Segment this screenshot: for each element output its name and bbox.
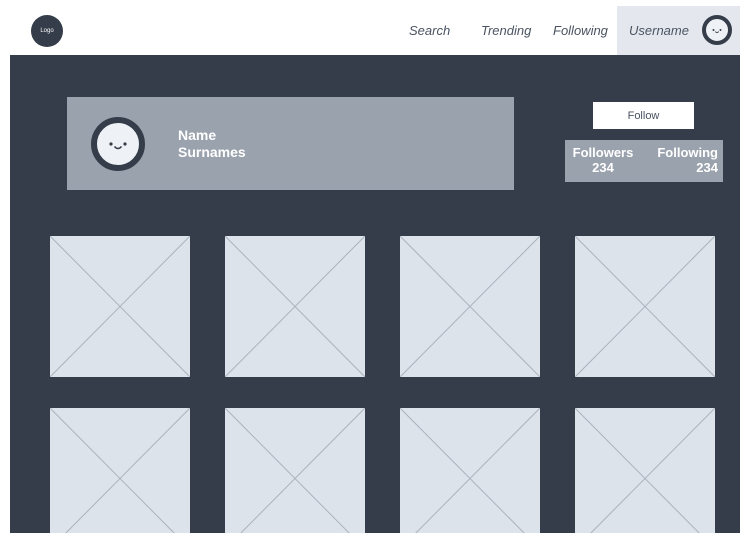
image-placeholder-icon	[50, 236, 190, 377]
image-placeholder[interactable]	[225, 408, 365, 533]
image-placeholder[interactable]	[400, 408, 540, 533]
profile-avatar	[91, 117, 145, 171]
smiley-avatar-icon	[109, 142, 127, 150]
follow-button[interactable]: Follow	[593, 102, 694, 129]
image-placeholder-icon	[575, 236, 715, 377]
followers-label: Followers	[572, 145, 634, 160]
nav-search[interactable]: Search	[409, 6, 450, 55]
image-placeholder-icon	[225, 408, 365, 533]
follow-stats: Followers 234 Following 234	[565, 140, 723, 182]
image-placeholder[interactable]	[400, 236, 540, 377]
nav-trending[interactable]: Trending	[481, 6, 531, 55]
top-navigation-bar: Logo Search Trending Following Username	[10, 6, 740, 55]
image-placeholder-icon	[400, 236, 540, 377]
surname: Surnames	[178, 144, 246, 160]
image-placeholder[interactable]	[50, 408, 190, 533]
app-frame: Logo Search Trending Following Username	[10, 6, 740, 533]
smiley-avatar-icon	[712, 29, 722, 34]
following-stat[interactable]: Following 234	[648, 145, 718, 175]
logo[interactable]: Logo	[31, 15, 63, 47]
image-placeholder[interactable]	[575, 408, 715, 533]
nav-following[interactable]: Following	[553, 6, 608, 55]
user-avatar-icon[interactable]	[702, 15, 732, 45]
image-placeholder[interactable]	[575, 236, 715, 377]
image-placeholder[interactable]	[225, 236, 365, 377]
image-placeholder-icon	[225, 236, 365, 377]
followers-stat[interactable]: Followers 234	[570, 145, 636, 175]
user-menu[interactable]: Username	[617, 6, 740, 55]
following-count: 234	[696, 160, 718, 175]
username-label: Username	[629, 23, 689, 38]
image-placeholder-icon	[50, 408, 190, 533]
first-name: Name	[178, 127, 217, 143]
image-placeholder-icon	[400, 408, 540, 533]
image-placeholder-icon	[575, 408, 715, 533]
following-label: Following	[657, 145, 718, 160]
followers-count: 234	[592, 160, 614, 175]
image-placeholder[interactable]	[50, 236, 190, 377]
profile-name: Name Surnames	[178, 127, 246, 161]
profile-card: Name Surnames	[67, 97, 514, 190]
